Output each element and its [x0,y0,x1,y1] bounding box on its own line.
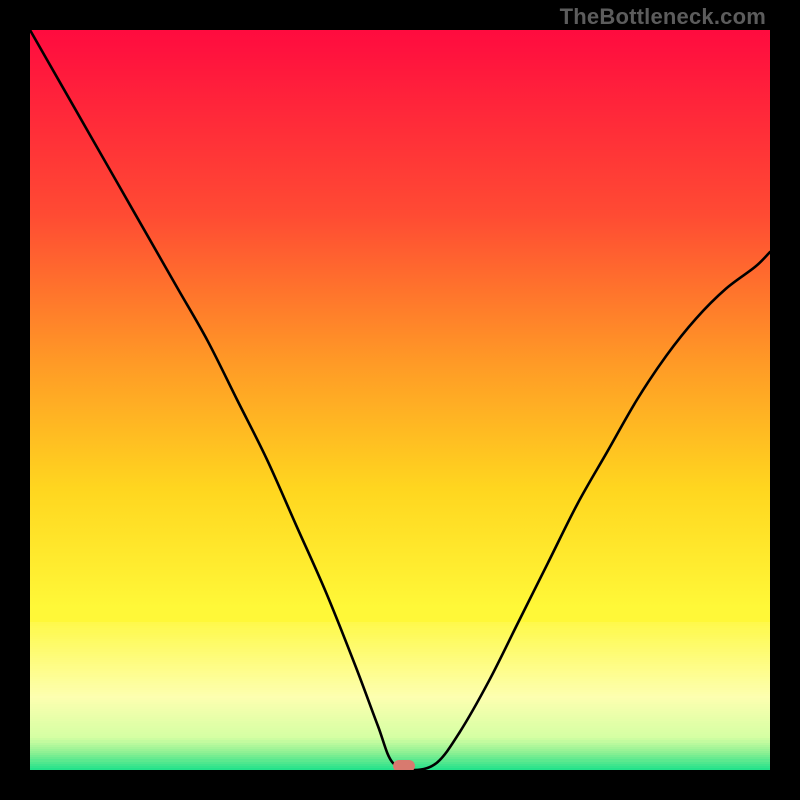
chart-frame: TheBottleneck.com [0,0,800,800]
watermark-text: TheBottleneck.com [560,4,766,30]
plot-area [30,30,770,770]
bottleneck-curve [30,30,770,770]
min-marker [393,760,415,770]
